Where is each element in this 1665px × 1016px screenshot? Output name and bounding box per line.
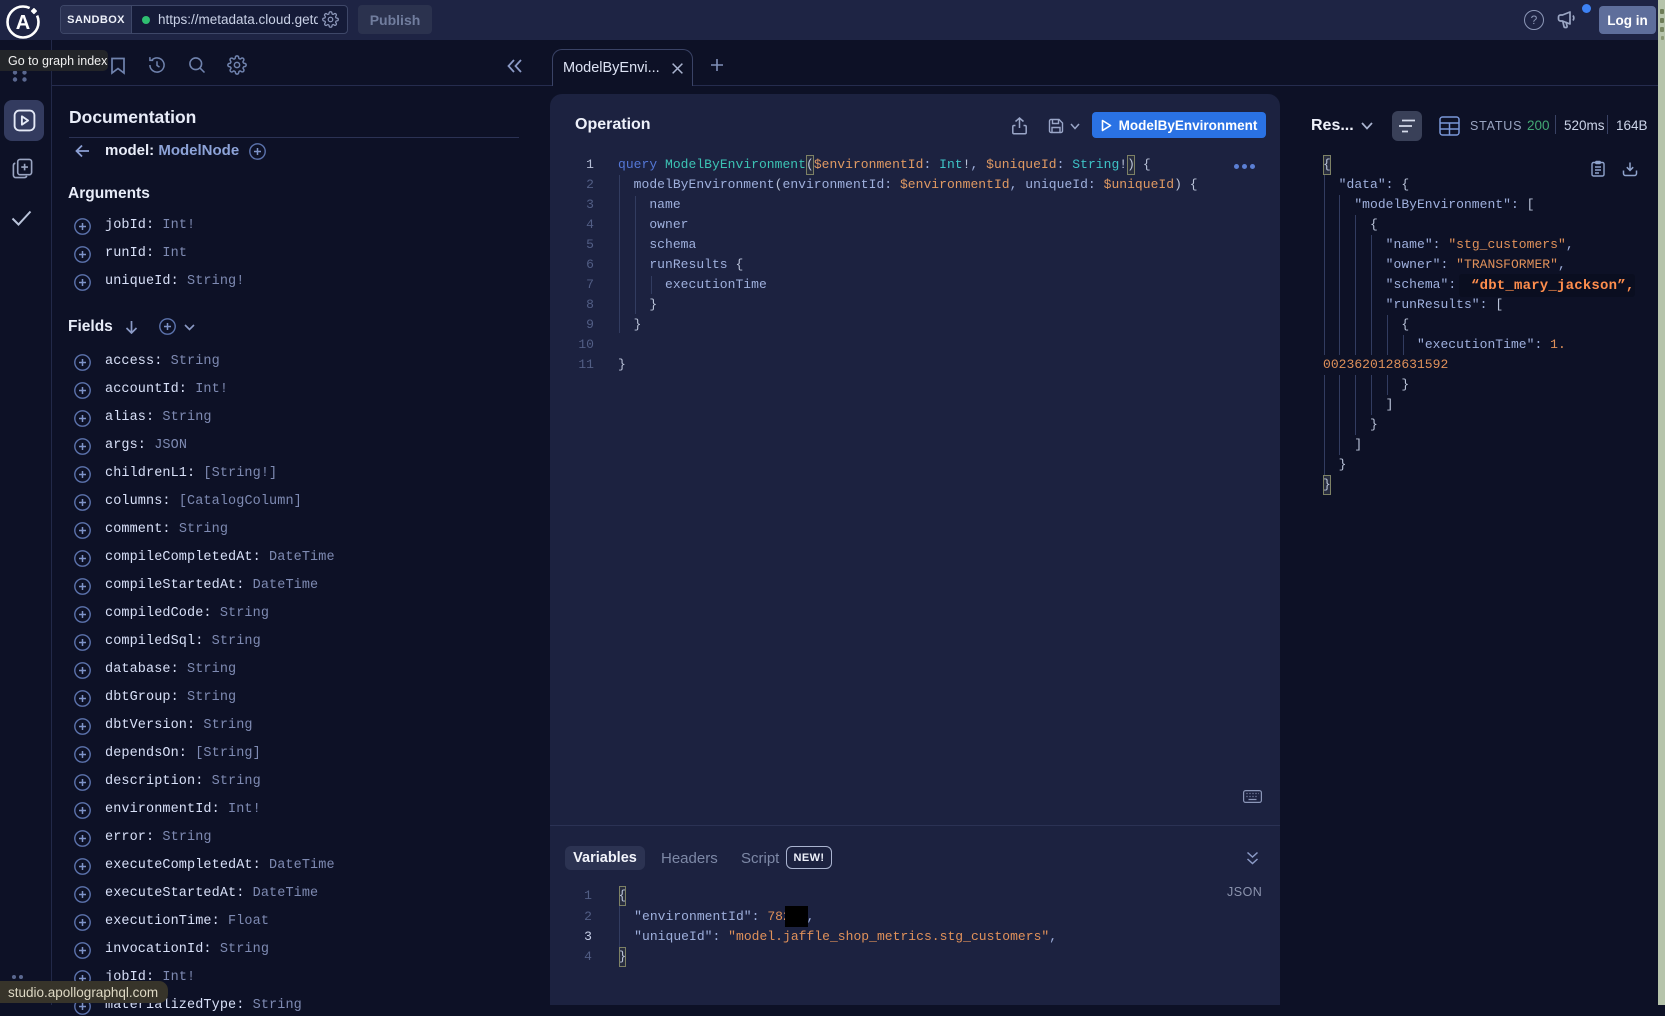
svg-text:A: A (16, 12, 30, 34)
